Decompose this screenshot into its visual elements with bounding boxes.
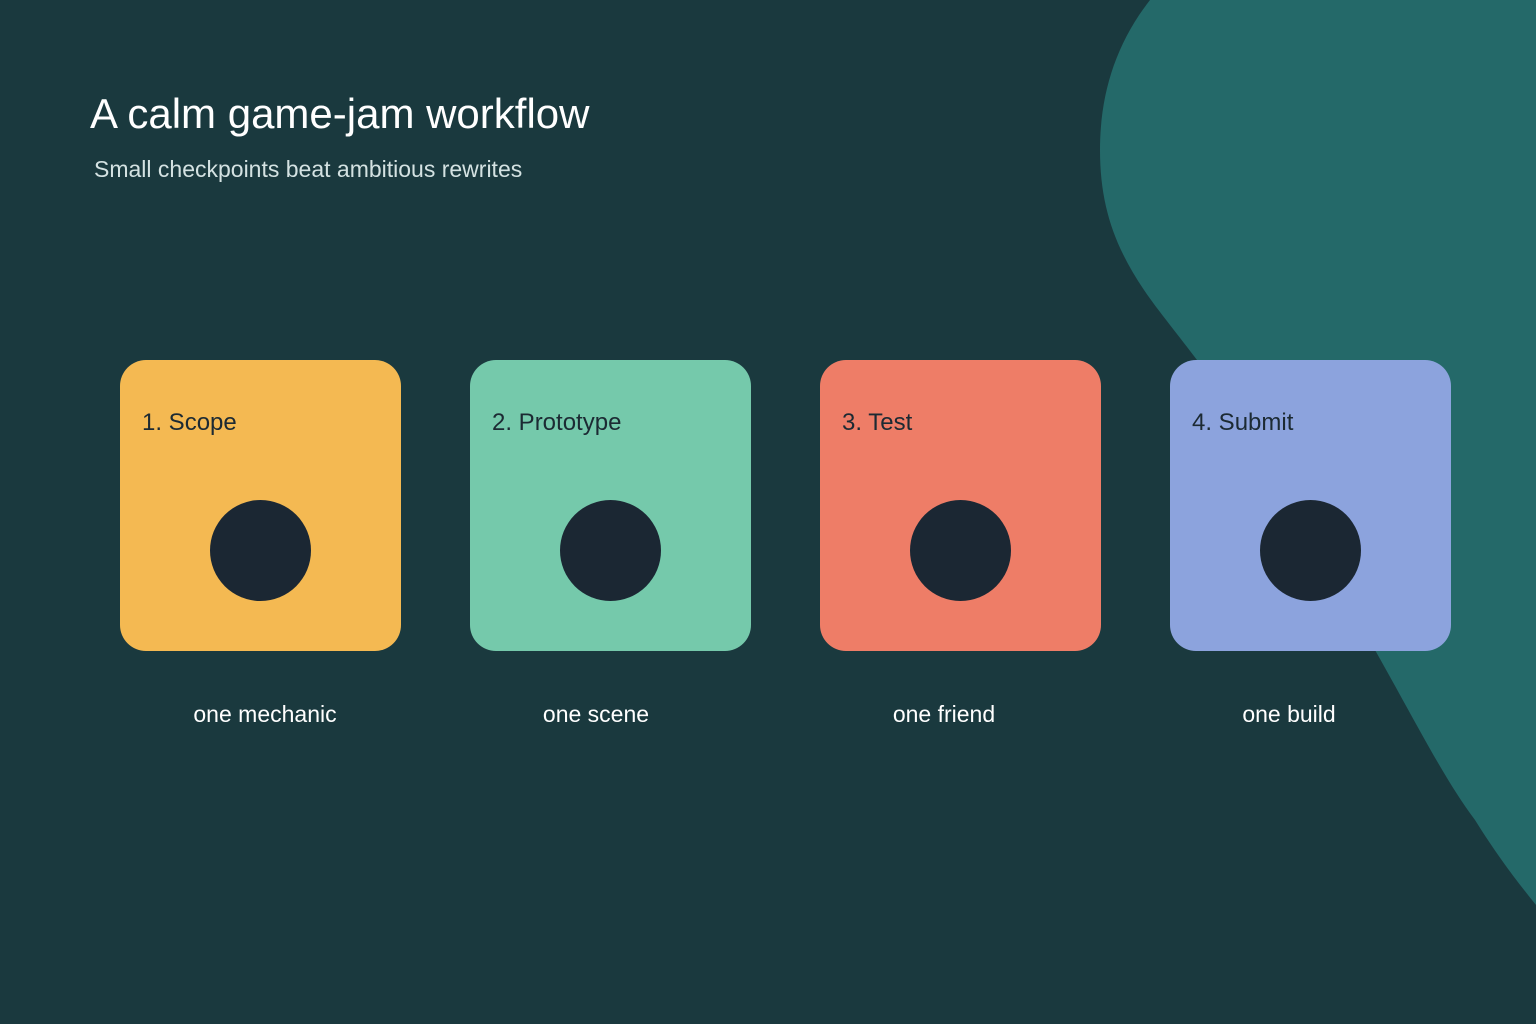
step-caption: one friend — [892, 701, 996, 727]
step-label: 3. Test — [842, 409, 913, 436]
step-dot — [560, 500, 661, 601]
step-card-prototype: 2. Prototype — [470, 360, 751, 651]
page-subtitle: Small checkpoints beat ambitious rewrite… — [94, 156, 523, 182]
step-caption: one build — [1242, 701, 1336, 727]
page-title: A calm game-jam workflow — [90, 90, 590, 137]
step-card-submit: 4. Submit — [1170, 360, 1451, 651]
step-label: 2. Prototype — [492, 409, 622, 436]
step-caption: one scene — [542, 701, 650, 727]
step-dot — [910, 500, 1011, 601]
step-card-test: 3. Test — [820, 360, 1101, 651]
step-label: 1. Scope — [142, 409, 237, 436]
step-card-scope: 1. Scope — [120, 360, 401, 651]
step-dot — [1260, 500, 1361, 601]
step-label: 4. Submit — [1192, 409, 1294, 436]
step-caption: one mechanic — [193, 701, 337, 727]
step-dot — [210, 500, 311, 601]
